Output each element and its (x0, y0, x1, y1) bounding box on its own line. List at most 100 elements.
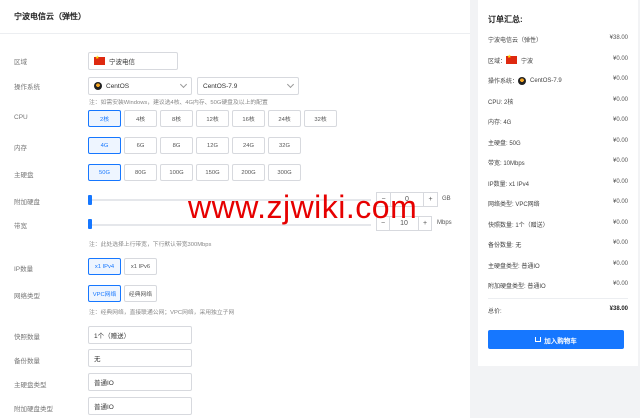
disk-type-label: 主硬盘类型 (14, 382, 47, 389)
summary-row-key-text: IP数量: x1 IPv4 (488, 181, 530, 188)
memory-option[interactable]: 32G (268, 137, 301, 154)
cart-icon (535, 337, 542, 342)
summary-row-key: 区域： 宁波 (488, 54, 534, 65)
os-distro-select[interactable]: CentOS (88, 77, 192, 95)
disk-option[interactable]: 100G (160, 164, 193, 181)
plus-button[interactable]: + (423, 193, 437, 206)
cpu-option[interactable]: 4核 (124, 110, 157, 127)
extra-disk-slider-handle[interactable] (88, 195, 92, 205)
config-panel: 宁波电信云（弹性） 区域 宁波电信 操作系统 CentOS CentOS-7.9… (0, 0, 470, 418)
network-option[interactable]: 经典网络 (124, 285, 157, 302)
region-select[interactable]: 宁波电信 (88, 52, 178, 70)
order-summary: 订单汇总: 宁波电信云（弹性） ¥38.00 区域： 宁波 ¥0.00 操作系统： Cent… (478, 0, 638, 366)
memory-option[interactable]: 6G (124, 137, 157, 154)
os-version-value: CentOS-7.9 (203, 82, 238, 90)
summary-row-key-detail: CentOS-7.9 (530, 77, 562, 84)
summary-row-key-text: CPU: 2核 (488, 99, 514, 106)
summary-row-price: ¥0.00 (612, 199, 628, 205)
memory-option[interactable]: 8G (160, 137, 193, 154)
memory-option[interactable]: 24G (232, 137, 265, 154)
summary-row: 备份数量: 无 ¥0.00 (488, 240, 628, 249)
summary-row-key-text: 主硬盘: 50G (488, 140, 521, 147)
os-version-select[interactable]: CentOS-7.9 (197, 77, 299, 95)
extra-disk-type-value: 普通IO (94, 404, 114, 411)
summary-title: 订单汇总: (488, 15, 523, 24)
backup-select[interactable]: 无 (88, 349, 192, 367)
memory-option[interactable]: 4G (88, 137, 121, 154)
divider (488, 298, 628, 299)
summary-row-key-text: 备份数量: 无 (488, 243, 522, 249)
divider (0, 33, 470, 34)
summary-row-key-text: 带宽: 10Mbps (488, 161, 525, 167)
disk-type-select[interactable]: 普通IO (88, 373, 192, 391)
summary-row-key: CPU: 2核 (488, 97, 513, 106)
disk-option[interactable]: 200G (232, 164, 265, 181)
cpu-option[interactable]: 16核 (232, 110, 265, 127)
summary-row-key: 主硬盘类型: 普通IO (488, 261, 540, 270)
summary-row-key-detail: 宁波 (521, 58, 534, 65)
add-to-cart-label: 加入购物车 (544, 337, 577, 345)
summary-row: 快照数量: 1个（赠送） ¥0.00 (488, 220, 628, 229)
network-note: 注：经典网络，直接联通公网；VPC网络，采用独立子网 (89, 310, 235, 316)
summary-row-price: ¥0.00 (612, 219, 628, 226)
region-label: 区域 (14, 59, 27, 66)
summary-row-price: ¥38.00 (609, 35, 628, 41)
network-label: 网络类型 (14, 293, 40, 300)
summary-row: 附加硬盘类型: 普通IO ¥0.00 (488, 281, 628, 290)
summary-row-price: ¥0.00 (612, 281, 628, 287)
extra-disk-label: 附加硬盘 (14, 199, 40, 206)
extra-disk-unit: GB (442, 196, 451, 202)
cpu-option[interactable]: 24核 (268, 110, 301, 127)
memory-option[interactable]: 12G (196, 137, 229, 154)
backup-label: 备份数量 (14, 358, 40, 365)
summary-row-price: ¥0.00 (612, 137, 628, 144)
summary-row: 带宽: 10Mbps ¥0.00 (488, 158, 628, 167)
cpu-option[interactable]: 2核 (88, 110, 121, 127)
bandwidth-label: 带宽 (14, 223, 27, 230)
summary-row: CPU: 2核 ¥0.00 (488, 97, 628, 106)
summary-row-price: ¥0.00 (612, 158, 628, 164)
summary-row-key-text: 网络类型: VPC网络 (488, 202, 540, 208)
summary-row-key: 操作系统： CentOS-7.9 (488, 76, 562, 85)
chevron-down-icon (179, 80, 188, 89)
ip-option[interactable]: x1 IPv6 (124, 258, 157, 275)
summary-row-price: ¥0.00 (612, 240, 628, 246)
summary-row-key: IP数量: x1 IPv4 (488, 179, 529, 188)
os-distro-value: CentOS (106, 82, 130, 90)
network-option[interactable]: VPC网络 (88, 285, 121, 302)
disk-option[interactable]: 50G (88, 164, 121, 181)
summary-row-key: 附加硬盘类型: 普通IO (488, 281, 546, 290)
cpu-option[interactable]: 8核 (160, 110, 193, 127)
add-to-cart-button[interactable]: 加入购物车 (488, 330, 624, 349)
summary-row-key: 主硬盘: 50G (488, 138, 521, 147)
summary-row-key: 网络类型: VPC网络 (488, 199, 540, 208)
summary-total: 总价: ¥38.00 (488, 306, 628, 315)
summary-row: 主硬盘: 50G ¥0.00 (488, 138, 628, 147)
summary-row-price: ¥0.00 (612, 178, 628, 185)
summary-row-key: 内存: 4G (488, 117, 511, 126)
cpu-option[interactable]: 32核 (304, 110, 337, 127)
summary-row: 内存: 4G ¥0.00 (488, 117, 628, 126)
summary-row: 区域： 宁波 ¥0.00 (488, 54, 628, 65)
os-label: 操作系统 (14, 84, 40, 91)
page-title: 宁波电信云（弹性） (14, 12, 86, 21)
bandwidth-slider-handle[interactable] (88, 219, 92, 229)
ip-option[interactable]: x1 IPv4 (88, 258, 121, 275)
summary-row: 宁波电信云（弹性） ¥38.00 (488, 35, 628, 44)
disk-option[interactable]: 150G (196, 164, 229, 181)
linux-icon (94, 82, 102, 90)
disk-option[interactable]: 300G (268, 164, 301, 181)
china-flag-icon (506, 54, 518, 64)
os-note: 注：如需安装Windows，建议选4核、4G内存、50G硬盘及以上的配置 (89, 100, 268, 106)
summary-row-key-text: 主硬盘类型: 普通IO (488, 263, 540, 270)
snapshot-value: 1个（赠送） (94, 333, 131, 340)
backup-value: 无 (94, 356, 101, 363)
china-flag-icon (94, 55, 105, 65)
snapshot-select[interactable]: 1个（赠送） (88, 326, 192, 344)
extra-disk-type-select[interactable]: 普通IO (88, 397, 192, 415)
plus-button[interactable]: + (418, 217, 431, 230)
linux-icon (518, 76, 527, 85)
summary-row: 主硬盘类型: 普通IO ¥0.00 (488, 261, 628, 270)
cpu-option[interactable]: 12核 (196, 110, 229, 127)
disk-option[interactable]: 80G (124, 164, 157, 181)
